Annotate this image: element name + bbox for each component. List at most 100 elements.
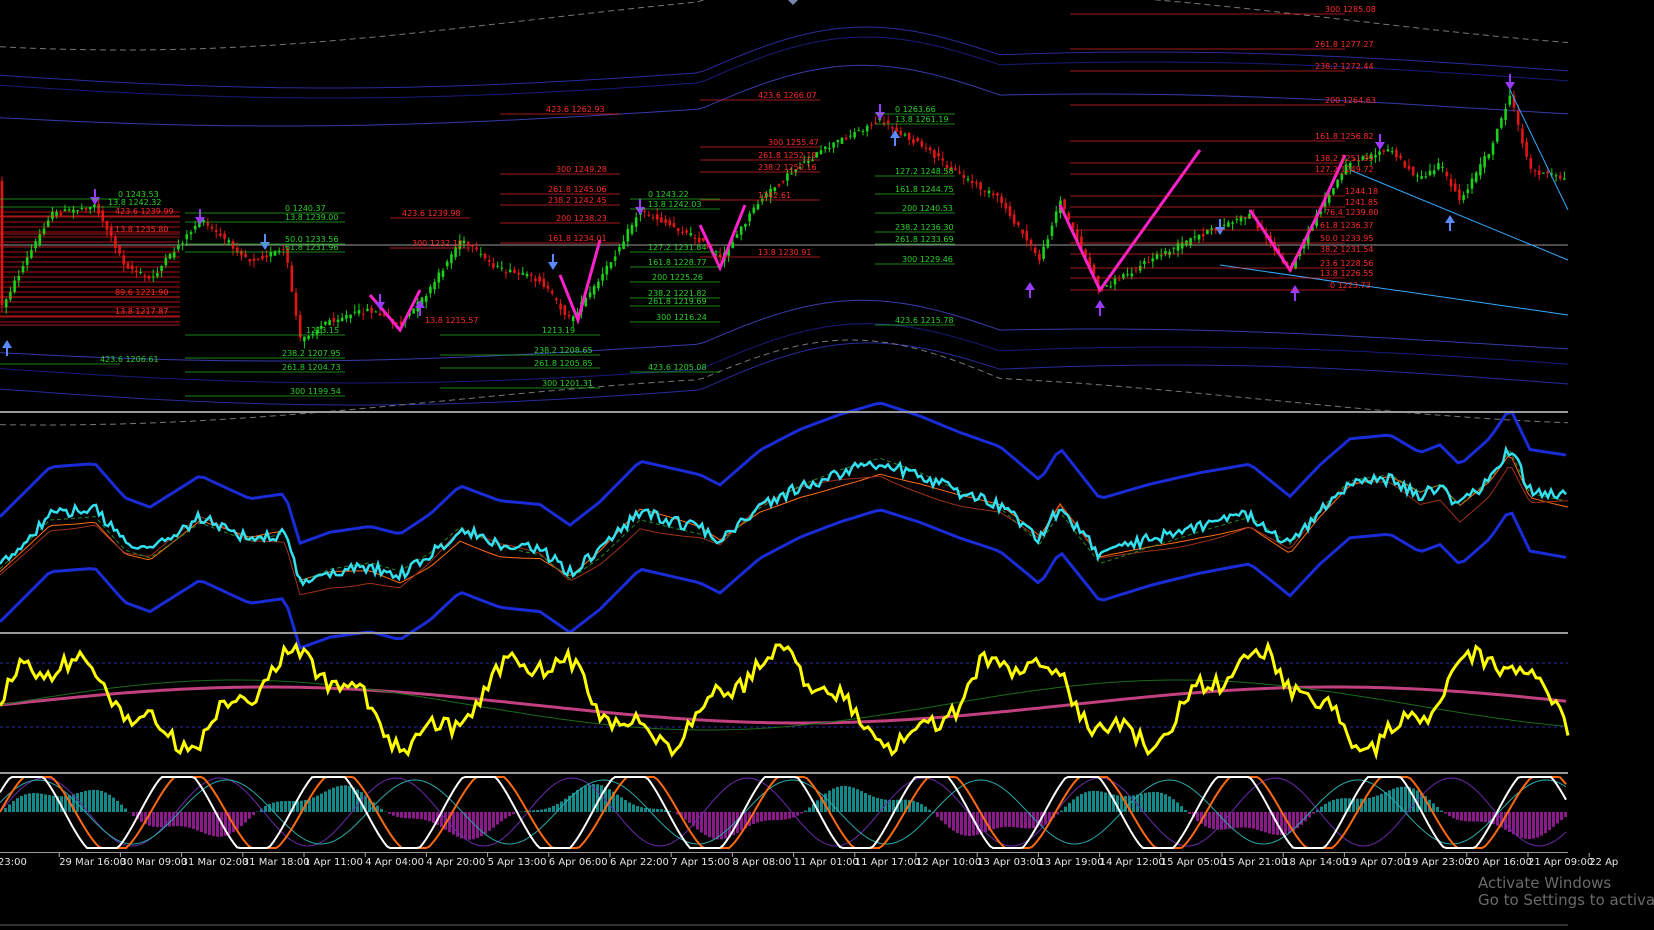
fib-level-label: 138.2 1251.99: [1315, 154, 1374, 163]
histogram-bar: [1336, 799, 1339, 812]
histogram-bar: [1388, 790, 1391, 812]
histogram-bar: [840, 786, 843, 812]
histogram-bar: [876, 798, 879, 812]
candle-body: [719, 254, 722, 257]
zigzag-3: [1060, 150, 1200, 290]
bands-indicator-panel[interactable]: [0, 403, 1568, 648]
fib-level-label: 200 1238.23: [556, 214, 607, 223]
time-axis-label: 12 Apr 10:00: [916, 857, 981, 868]
candle-body: [1467, 189, 1470, 193]
histogram-bar: [324, 791, 327, 812]
histogram-bar: [1068, 803, 1071, 812]
candle-body: [1152, 258, 1155, 261]
fib-level-label: 1213.15: [306, 326, 339, 335]
histogram-bar: [468, 812, 471, 840]
fib-level-label: 238.2 1236.30: [895, 223, 954, 232]
histogram-bar: [484, 812, 487, 834]
candle-body: [148, 276, 151, 279]
time-axis-label: 13 Apr 19:00: [1038, 857, 1103, 868]
histogram-bar: [476, 812, 479, 838]
candle-body: [702, 238, 705, 241]
fib-level-label: 13.8 1230.91: [758, 248, 811, 257]
histogram-bar: [400, 812, 403, 818]
candle-body: [333, 318, 336, 322]
fib-level-label: 13.8 1261.19: [895, 115, 948, 124]
candle-body: [522, 273, 525, 275]
candle-body: [169, 254, 172, 259]
stochastic-panel[interactable]: [0, 777, 1567, 848]
fib-level-label: 161.8 1228.77: [648, 258, 707, 267]
candle-body: [257, 259, 260, 260]
candle-body: [1143, 261, 1146, 264]
candle-body: [471, 245, 474, 247]
candle-body: [971, 181, 974, 183]
candle-body: [606, 266, 609, 275]
histogram-bar: [1248, 812, 1251, 828]
histogram-bar: [948, 812, 951, 828]
histogram-bar: [704, 812, 707, 835]
histogram-bar: [640, 807, 643, 812]
histogram-bar: [116, 801, 119, 812]
fib-level-label: 300 1249.28: [556, 165, 607, 174]
candle-body: [1559, 175, 1562, 178]
fib-level-label: 13.8 1215.57: [425, 316, 478, 325]
histogram-bar: [1452, 812, 1455, 818]
histogram-bar: [1444, 812, 1447, 814]
candle-body: [1118, 280, 1121, 281]
histogram-bar: [396, 812, 399, 817]
histogram-bar: [380, 809, 383, 812]
price-chart-canvas[interactable]: 300 1285.08261.8 1277.27238.2 1272.44200…: [0, 0, 1654, 926]
candle-body: [1433, 170, 1436, 174]
candle-body: [832, 142, 835, 147]
candle-body: [841, 138, 844, 144]
candle-body: [866, 126, 869, 132]
candle-body: [870, 125, 873, 126]
candle-body: [627, 229, 630, 241]
histogram-bar: [1208, 812, 1211, 828]
histogram-bar: [1540, 812, 1543, 836]
histogram-bar: [1220, 812, 1223, 830]
histogram-bar: [492, 812, 495, 828]
candle-body: [341, 318, 344, 321]
histogram-bar: [196, 812, 199, 830]
candle-body: [370, 308, 373, 313]
candle-body: [1135, 270, 1138, 271]
histogram-bar: [1196, 812, 1199, 821]
trading-chart-window[interactable]: 300 1285.08261.8 1277.27238.2 1272.44200…: [0, 0, 1654, 926]
candle-body: [265, 255, 268, 257]
candle-body: [530, 274, 533, 275]
fib-level-label: 423.6 1206.61: [100, 355, 159, 364]
fib-level-label: 261.8 1204.73: [282, 363, 341, 372]
histogram-bar: [532, 810, 535, 812]
histogram-bar: [1096, 791, 1099, 812]
histogram-bar: [776, 812, 779, 820]
fib-level-label: 423.6 1239.99: [115, 207, 174, 216]
histogram-bar: [8, 804, 11, 812]
time-axis-label: 6 Apr 06:00: [549, 857, 608, 868]
histogram-bar: [1024, 812, 1027, 828]
fib-level-label: 76.4 1239.80: [1325, 208, 1378, 217]
histogram-bar: [392, 812, 395, 816]
histogram-bar: [1168, 796, 1171, 812]
candle-body: [467, 242, 470, 246]
fib-level-label: 261.8 1205.85: [534, 359, 593, 368]
histogram-bar: [576, 790, 579, 812]
fractal-arrow: [890, 130, 900, 146]
candle-body: [1017, 222, 1020, 225]
fib-level-label: 1213.19: [542, 326, 575, 335]
candle-body: [1395, 150, 1398, 157]
ma-green: [0, 451, 1565, 582]
time-axis-label: 19 Apr 07:00: [1344, 857, 1409, 868]
histogram-bar: [200, 812, 203, 832]
histogram-bar: [1164, 794, 1167, 812]
price-band-4: [0, 324, 1568, 383]
candle-body: [160, 266, 163, 271]
candle-body: [249, 259, 252, 261]
histogram-bar: [44, 794, 47, 812]
histogram-bar: [20, 796, 23, 812]
histogram-bar: [552, 806, 555, 812]
histogram-bar: [500, 812, 503, 821]
histogram-bar: [412, 812, 415, 819]
oscillator-panel[interactable]: [0, 645, 1568, 755]
fib-level-label: 127.2 1249.72: [1315, 165, 1374, 174]
